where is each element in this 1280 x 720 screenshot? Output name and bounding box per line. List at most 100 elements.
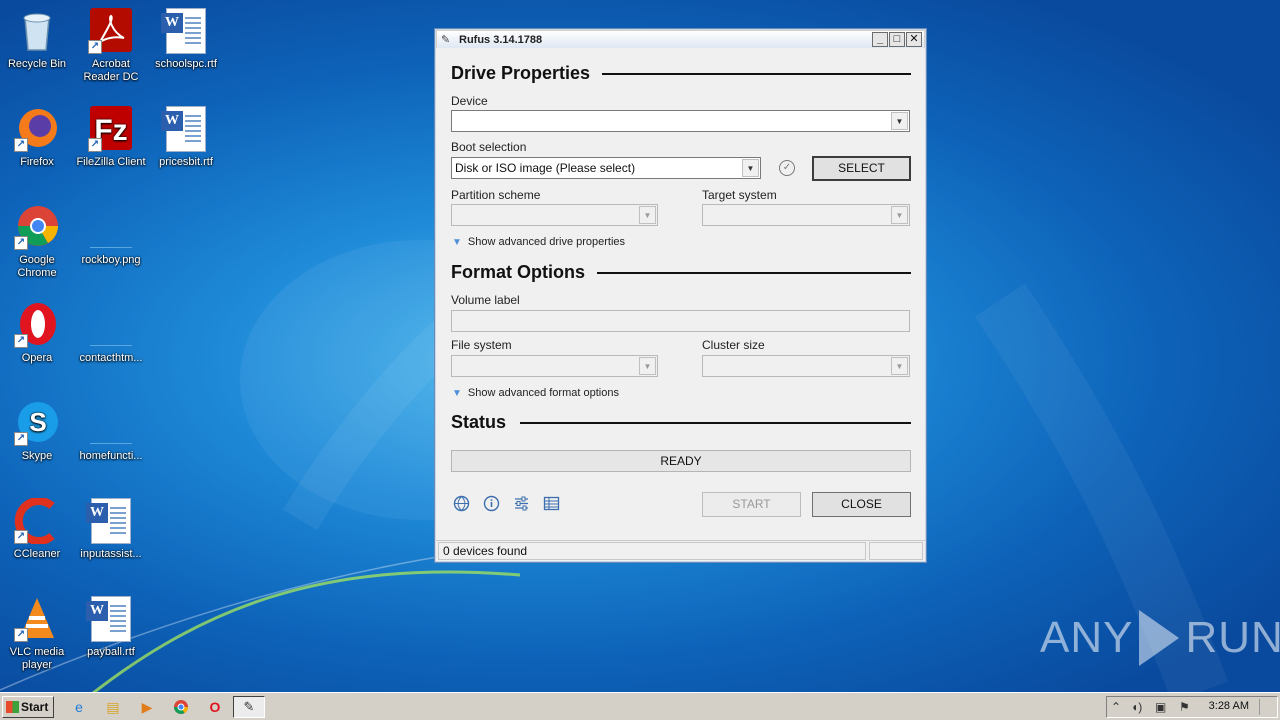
desktop-icon-label: CCleaner	[13, 548, 61, 560]
globe-icon[interactable]	[453, 495, 470, 512]
watermark-text-left: ANY	[1040, 613, 1134, 662]
advanced-format-options-toggle[interactable]: ▼ Show advanced format options	[452, 387, 619, 399]
section-title: Drive Properties	[451, 63, 591, 83]
desktop-icon-label: schoolspc.rtf	[155, 58, 217, 70]
desktop-icon-label: inputassist...	[80, 548, 142, 560]
desktop-icon-rockboy[interactable]: rockboy.png	[74, 204, 148, 267]
status-strip-cell	[869, 542, 923, 560]
desktop-icon-label: homefuncti...	[79, 450, 143, 462]
desktop-icon-label: Acrobat Reader DC	[83, 58, 139, 83]
desktop-icon-firefox[interactable]: ↗ Firefox	[0, 106, 74, 169]
internet-explorer-icon[interactable]: e	[68, 697, 90, 717]
volume-label-label: Volume label	[451, 293, 520, 307]
desktop-icon-chrome[interactable]: ↗ Google Chrome	[0, 204, 74, 280]
target-system-dropdown[interactable]: ▼	[702, 204, 910, 226]
device-label: Device	[451, 94, 488, 108]
firefox-icon: ↗	[14, 106, 60, 152]
desktop-icon-label: VLC media player	[9, 646, 65, 671]
status-heading: Status	[451, 412, 911, 433]
network-icon[interactable]: ▣	[1155, 699, 1166, 715]
volume-label-input[interactable]	[451, 310, 910, 332]
start-label: Start	[21, 700, 49, 714]
desktop-icon-opera[interactable]: ↗ Opera	[0, 302, 74, 365]
partition-scheme-dropdown[interactable]: ▼	[451, 204, 658, 226]
chrome-icon: ↗	[14, 204, 60, 250]
desktop-icon-skype[interactable]: S ↗ Skype	[0, 400, 74, 463]
desktop-icon-contacthtm[interactable]: contacthtm...	[74, 302, 148, 365]
rufus-taskbar-button[interactable]: ✎	[233, 696, 265, 718]
minimize-button[interactable]: _	[872, 32, 888, 47]
chevron-down-icon: ▼	[452, 236, 462, 248]
word-doc-icon: W	[86, 596, 134, 642]
desktop-icon-acrobat[interactable]: ↗ Acrobat Reader DC	[74, 8, 148, 84]
info-icon[interactable]	[483, 495, 500, 512]
chevron-down-icon: ▼	[891, 357, 908, 375]
settings-sliders-icon[interactable]	[513, 495, 530, 512]
partition-scheme-label: Partition scheme	[451, 188, 541, 202]
media-player-icon[interactable]: ▶	[136, 697, 158, 717]
desktop-icon-label: pricesbit.rtf	[159, 156, 213, 168]
checksum-icon[interactable]: ✓	[779, 160, 795, 176]
boot-selection-label: Boot selection	[451, 140, 527, 154]
desktop-icon-ccleaner[interactable]: ↗ CCleaner	[0, 497, 74, 561]
chrome-taskbar-icon[interactable]	[170, 697, 192, 717]
maximize-button[interactable]: □	[889, 32, 905, 47]
show-desktop-button[interactable]	[1259, 699, 1275, 715]
chevron-down-icon: ▼	[639, 206, 656, 224]
desktop-icon-label: Skype	[21, 450, 53, 462]
desktop-icon-filezilla[interactable]: Fz ↗ FileZilla Client	[74, 106, 148, 169]
toggle-label: Show advanced format options	[467, 387, 619, 399]
desktop-icon-schoolspc[interactable]: W schoolspc.rtf	[149, 8, 223, 71]
taskbar: Start e ▤ ▶ O ✎ ⌃ ◖) ▣ ⚑ 3:28 AM	[0, 692, 1280, 720]
devices-found-text: 0 devices found	[438, 542, 866, 560]
windows-logo-icon	[6, 701, 19, 713]
select-button[interactable]: SELECT	[812, 156, 911, 181]
word-doc-icon: W	[161, 8, 209, 54]
system-tray: ⌃ ◖) ▣ ⚑ 3:28 AM	[1106, 696, 1278, 718]
anyrun-watermark: ANY RUN	[1040, 610, 1280, 666]
watermark-text-right: RUN	[1185, 613, 1280, 662]
file-explorer-icon[interactable]: ▤	[102, 697, 124, 717]
chevron-down-icon: ▼	[639, 357, 656, 375]
opera-icon: ↗	[14, 302, 60, 348]
word-doc-icon: W	[86, 498, 134, 544]
tray-expand-icon[interactable]: ⌃	[1111, 699, 1121, 715]
drive-properties-heading: Drive Properties	[451, 63, 911, 84]
action-center-flag-icon[interactable]: ⚑	[1179, 699, 1190, 715]
desktop-icon-recycle-bin[interactable]: Recycle Bin	[0, 8, 74, 71]
chevron-down-icon: ▼	[891, 112, 908, 130]
blank-file-icon	[88, 302, 134, 348]
desktop-icon-label: FileZilla Client	[76, 156, 146, 168]
volume-icon[interactable]: ◖)	[1131, 699, 1142, 715]
desktop-icon-vlc[interactable]: ↗ VLC media player	[0, 596, 74, 672]
desktop-icon-label: Recycle Bin	[7, 58, 67, 70]
close-button[interactable]: CLOSE	[812, 492, 911, 517]
progress-bar: READY	[451, 450, 911, 472]
desktop-icon-homefuncti[interactable]: homefuncti...	[74, 400, 148, 463]
desktop-icon-payball[interactable]: W payball.rtf	[74, 596, 148, 659]
boot-selection-dropdown[interactable]: Disk or ISO image (Please select) ▼	[451, 157, 761, 179]
close-window-button[interactable]: ✕	[906, 32, 922, 47]
desktop-icon-pricesbit[interactable]: W pricesbit.rtf	[149, 106, 223, 169]
clock[interactable]: 3:28 AM	[1209, 700, 1249, 712]
section-divider	[520, 421, 911, 424]
device-dropdown[interactable]: ▼	[451, 110, 910, 132]
blank-file-icon	[88, 400, 134, 446]
start-button-taskbar[interactable]: Start	[2, 696, 54, 718]
svg-text:S: S	[29, 407, 46, 437]
desktop-icon-label: contacthtm...	[79, 352, 143, 364]
start-button[interactable]: START	[702, 492, 801, 517]
window-title: Rufus 3.14.1788	[459, 34, 543, 46]
log-icon[interactable]	[543, 495, 560, 512]
opera-taskbar-icon[interactable]: O	[204, 697, 226, 717]
window-titlebar[interactable]: ✎ Rufus 3.14.1788 _ □ ✕	[437, 31, 924, 49]
acrobat-icon: ↗	[88, 8, 134, 54]
advanced-drive-properties-toggle[interactable]: ▼ Show advanced drive properties	[452, 236, 625, 248]
skype-icon: S ↗	[14, 400, 60, 446]
play-logo-icon	[1139, 610, 1180, 666]
file-system-dropdown[interactable]: ▼	[451, 355, 658, 377]
cluster-size-dropdown[interactable]: ▼	[702, 355, 910, 377]
desktop-icon-inputassist[interactable]: W inputassist...	[74, 498, 148, 561]
file-system-label: File system	[451, 338, 512, 352]
section-divider	[602, 72, 911, 75]
